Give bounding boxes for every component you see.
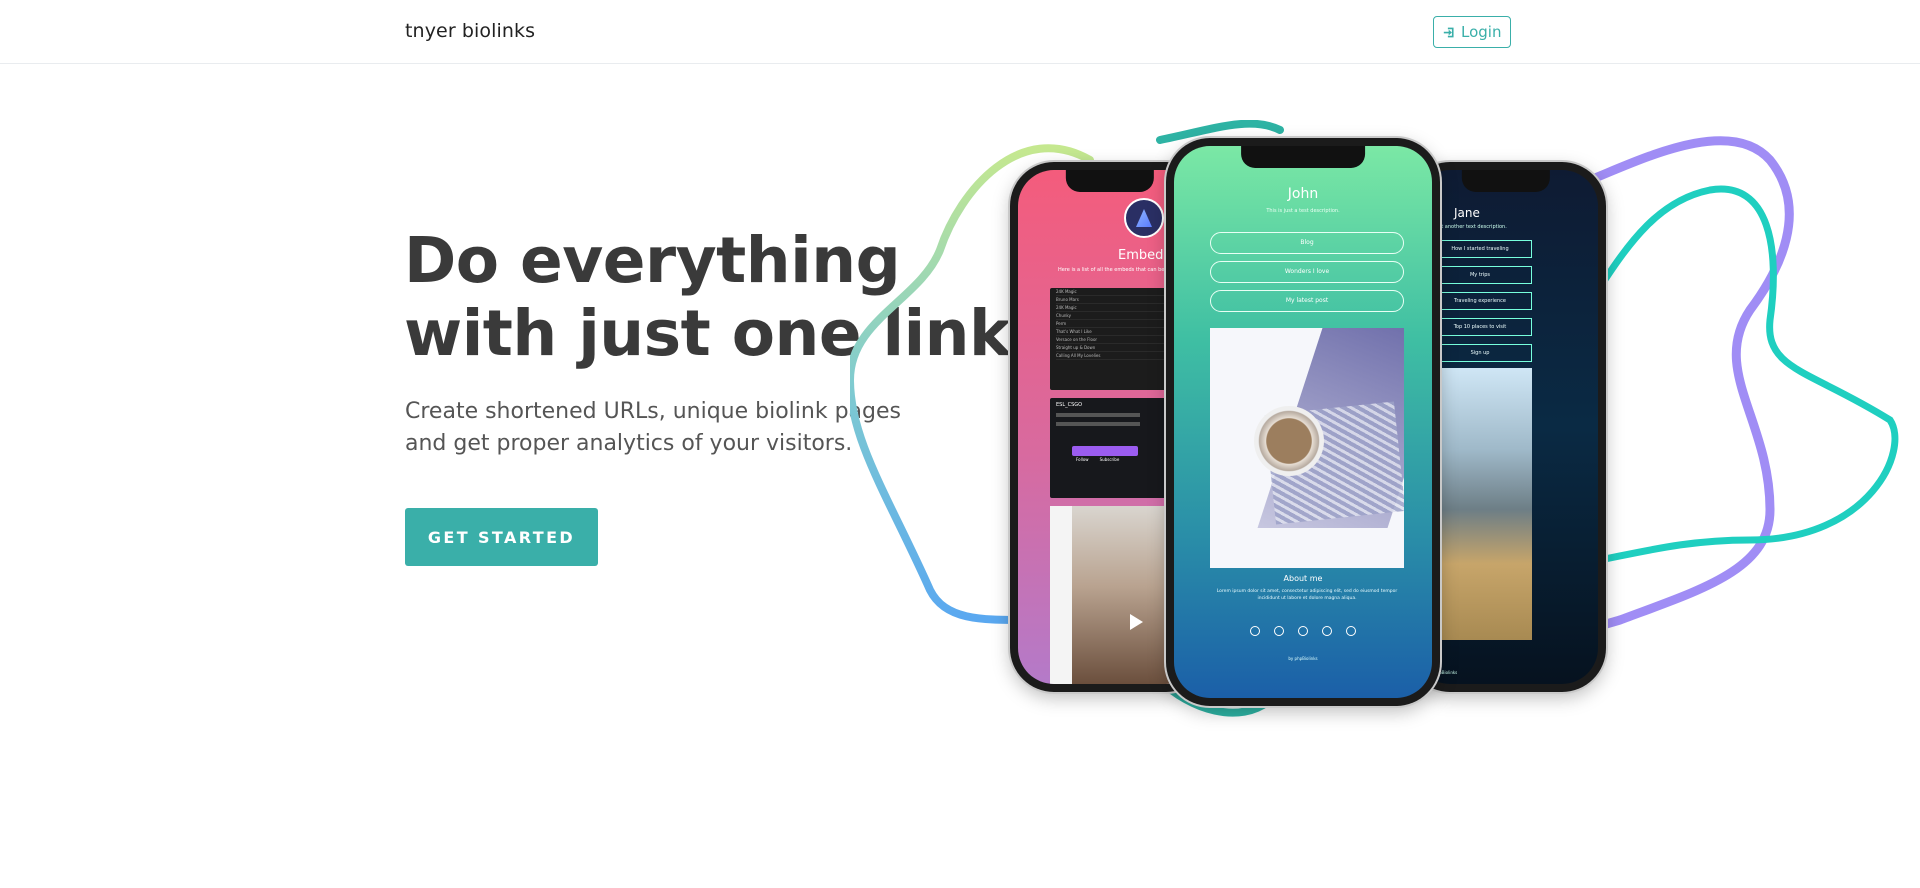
phone-center-screen: John This is just a test description. Bl… xyxy=(1174,146,1432,698)
track-item: Chunky xyxy=(1056,312,1164,320)
embeds-logo xyxy=(1124,198,1164,238)
instagram-icon xyxy=(1298,626,1308,636)
messenger-icon xyxy=(1274,626,1284,636)
stream-title: ESL_CSGO xyxy=(1056,402,1083,408)
profile-name: Jane xyxy=(1454,206,1480,220)
biolink-button: Wonders I love xyxy=(1210,261,1404,283)
profile-image xyxy=(1210,328,1404,568)
profile-description: This is just a test description. xyxy=(1266,208,1340,214)
coffee-cup-shape xyxy=(1254,406,1324,476)
embeds-subtitle: Here is a list of all the embeds that ca… xyxy=(1058,267,1178,273)
hero-subtitle: Create shortened URLs, unique biolink pa… xyxy=(405,399,901,456)
track-item: Versace on the Floor xyxy=(1056,336,1164,344)
track-item: That's What I Like xyxy=(1056,328,1164,336)
phone-notch xyxy=(1241,146,1365,168)
phone-center: John This is just a test description. Bl… xyxy=(1166,138,1440,706)
biolink-button: Traveling experience xyxy=(1428,292,1532,310)
brand-logo[interactable]: tnyer biolinks xyxy=(405,20,535,42)
mountain-photo xyxy=(1428,368,1532,640)
track-item: Perm xyxy=(1056,320,1164,328)
subscribe-label: Subscribe xyxy=(1099,457,1120,462)
whatsapp-icon xyxy=(1250,626,1260,636)
follow-subscribe-bar: Follow Subscribe xyxy=(1072,446,1138,462)
spotify-embed: 24K Magic Bruno Mars 24K Magic Chunky Pe… xyxy=(1050,288,1170,390)
biolink-button: My latest post xyxy=(1210,290,1404,312)
biolink-button: Top 10 places to visit xyxy=(1428,318,1532,336)
tiktok-icon xyxy=(1346,626,1356,636)
phone-notch xyxy=(1065,170,1155,192)
twitch-embed: ESL_CSGO Follow Subscribe xyxy=(1050,398,1170,498)
embeds-title: Embeds xyxy=(1118,248,1171,263)
biolink-button: Blog xyxy=(1210,232,1404,254)
follow-label: Follow xyxy=(1076,457,1089,462)
about-text: Lorem ipsum dolor sit amet, consectetur … xyxy=(1216,589,1398,601)
login-button[interactable]: Login xyxy=(1433,16,1512,48)
profile-footer: by phpBiolinks xyxy=(1288,656,1318,661)
track-title: 24K Magic xyxy=(1056,288,1164,296)
social-icons xyxy=(1174,626,1432,636)
phone-notch xyxy=(1461,170,1551,192)
phones-showcase: Embeds Here is a list of all the embeds … xyxy=(850,120,1920,740)
video-thumbnail xyxy=(1072,506,1170,684)
get-started-button[interactable]: GET STARTED xyxy=(405,508,598,566)
text-line xyxy=(1056,413,1140,417)
text-line xyxy=(1056,422,1140,426)
about-title: About me xyxy=(1283,574,1323,583)
track-artist: Bruno Mars xyxy=(1056,296,1164,304)
navbar: tnyer biolinks Login xyxy=(0,0,1920,64)
sign-in-icon xyxy=(1443,27,1454,37)
biolink-button: Sign up xyxy=(1428,344,1532,362)
track-item: 24K Magic xyxy=(1056,304,1164,312)
login-label: Login xyxy=(1461,23,1502,41)
biolink-button: My trips xyxy=(1428,266,1532,284)
twitter-icon xyxy=(1322,626,1332,636)
phone-right-screen: Jane Just another text description. How … xyxy=(1414,170,1598,684)
tiktok-embed xyxy=(1050,506,1170,684)
profile-description: Just another text description. xyxy=(1434,224,1507,230)
biolink-button: How I started traveling xyxy=(1428,240,1532,258)
play-icon xyxy=(1130,614,1143,630)
track-item: Straight up & Down xyxy=(1056,344,1164,352)
profile-name: John xyxy=(1287,186,1319,202)
track-item: Calling All My Lovelies xyxy=(1056,352,1164,360)
